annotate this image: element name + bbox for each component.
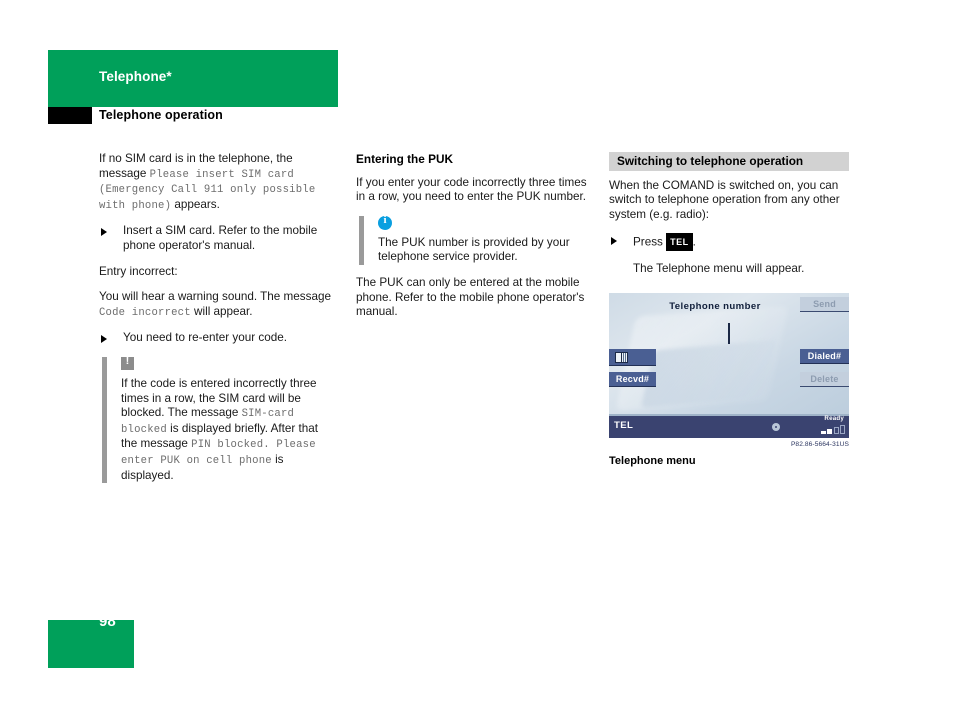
dialed-numbers-button[interactable]: Dialed#	[800, 349, 849, 364]
entering-the-puk-heading: Entering the PUK	[356, 152, 454, 166]
signal-bar-3	[833, 427, 839, 434]
triangle-bullet-icon	[611, 237, 617, 246]
para-text-tail: appears.	[171, 197, 220, 211]
puk-entry-paragraph: The PUK can only be entered at the mobil…	[356, 275, 585, 319]
status-mode-label: TEL	[614, 420, 634, 431]
section-marker-block	[48, 107, 92, 124]
warning-note-box: If the code is entered incorrectly three…	[99, 355, 337, 484]
phonebook-button[interactable]	[609, 349, 656, 366]
note-icon-row	[121, 355, 337, 374]
warning-icon	[121, 355, 134, 370]
tel-key-button: TEL	[666, 233, 693, 251]
screen-background-graphic-secondary	[640, 339, 778, 409]
chapter-title: Telephone*	[99, 69, 172, 84]
note-icon-row	[378, 214, 594, 233]
entry-incorrect-heading: Entry incorrect:	[99, 264, 178, 278]
info-note-text: The PUK number is provided by your telep…	[378, 235, 570, 264]
puk-intro-paragraph: If you enter your code incorrectly three…	[356, 175, 587, 204]
telephone-menu-result-text: The Telephone menu will appear.	[633, 261, 805, 275]
list-item: You need to re-enter your code.	[99, 331, 337, 346]
warning-note-text: If the code is entered incorrectly three…	[121, 377, 337, 483]
comand-screen: Telephone number Send Dialed# Delete Rec…	[609, 293, 849, 438]
list-item-label: You need to re-enter your code.	[123, 331, 287, 345]
signal-strength-icon	[820, 425, 845, 434]
list-item-label: Press	[633, 235, 667, 249]
content-column-1: If no SIM card is in the telephone, the …	[99, 152, 337, 494]
signal-bar-1	[820, 431, 826, 434]
send-button[interactable]: Send	[800, 297, 849, 312]
signal-bar-4	[840, 425, 845, 434]
delete-button[interactable]: Delete	[800, 372, 849, 387]
ready-status-label: Ready	[824, 415, 844, 422]
comand-status-bar: TEL Ready	[609, 414, 849, 438]
list-item: Insert a SIM card. Refer to the mobile p…	[99, 224, 337, 253]
figure-caption: Telephone menu	[609, 455, 696, 467]
telephone-menu-figure: Telephone number Send Dialed# Delete Rec…	[609, 293, 849, 467]
phonebook-icon	[615, 352, 628, 363]
para-text: You will hear a warning sound. The messa…	[99, 290, 331, 304]
page-number: 98	[99, 613, 116, 630]
triangle-bullet-icon	[101, 228, 107, 237]
note-left-rule	[359, 215, 364, 265]
section-title: Telephone operation	[99, 108, 223, 122]
list-item: Press TEL.	[609, 233, 849, 251]
disc-indicator-icon	[772, 423, 780, 431]
number-entry-cursor	[728, 323, 730, 344]
page-footer-band	[48, 620, 134, 668]
info-note-box: The PUK number is provided by your telep…	[356, 214, 594, 265]
content-column-2: Entering the PUK If you enter your code …	[356, 152, 594, 331]
content-column-3: Switching to telephone operation When th…	[609, 152, 849, 288]
warning-sound-paragraph: You will hear a warning sound. The messa…	[99, 290, 337, 320]
triangle-bullet-icon	[101, 335, 107, 344]
signal-bar-2	[827, 429, 832, 434]
comand-switch-paragraph: When the COMAND is switched on, you can …	[609, 178, 840, 221]
code-incorrect-message-code: Code incorrect	[99, 306, 191, 319]
info-icon	[378, 214, 392, 230]
switching-to-telephone-operation-heading: Switching to telephone operation	[609, 152, 849, 171]
figure-reference-code: P82.86-5664-31US	[790, 441, 849, 448]
received-numbers-button[interactable]: Recvd#	[609, 372, 656, 387]
sim-card-missing-paragraph: If no SIM card is in the telephone, the …	[99, 152, 337, 213]
list-item-label-suffix: .	[692, 235, 696, 249]
chapter-header-band	[48, 50, 338, 105]
note-left-rule	[102, 356, 107, 484]
para-text-tail: will appear.	[190, 304, 253, 318]
list-item-label: Insert a SIM card. Refer to the mobile p…	[123, 224, 318, 252]
